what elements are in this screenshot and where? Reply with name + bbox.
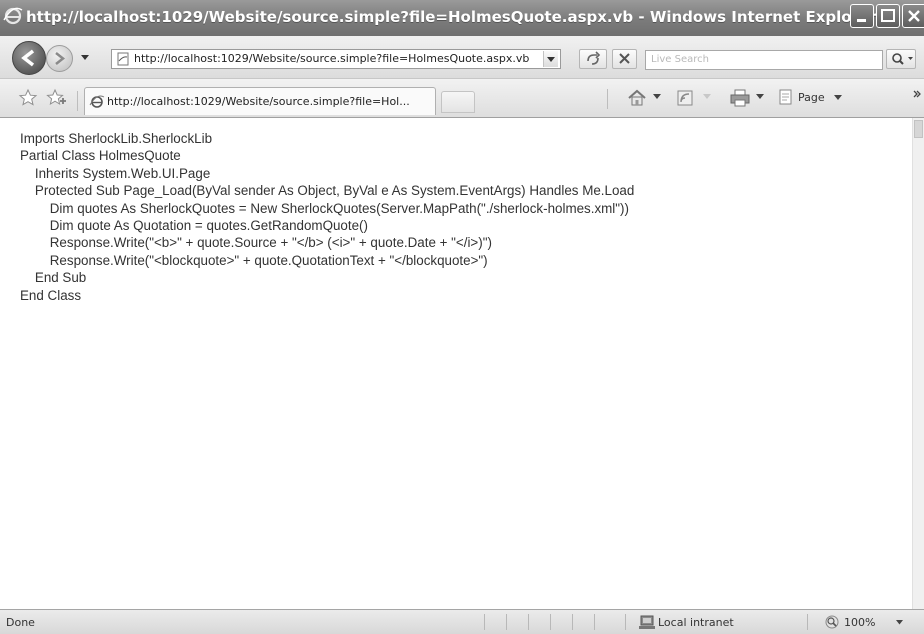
status-separator — [594, 614, 595, 630]
home-button[interactable] — [626, 88, 648, 108]
toolbar-separator — [77, 91, 78, 111]
code-line: Dim quotes As SherlockQuotes = New Sherl… — [20, 200, 629, 216]
code-line: End Sub — [20, 270, 87, 286]
status-separator — [506, 614, 507, 630]
magnifier-icon — [892, 53, 913, 65]
page-menu-label: Page — [798, 91, 825, 104]
code-line: Response.Write("<b>" + quote.Source + "<… — [20, 235, 492, 251]
status-separator — [528, 614, 529, 630]
minimize-icon — [857, 19, 866, 22]
maximize-button[interactable] — [876, 4, 900, 28]
back-button[interactable] — [12, 41, 46, 75]
status-separator — [625, 614, 626, 630]
title-bar: http://localhost:1029/Website/source.sim… — [0, 0, 924, 36]
code-line: Dim quote As Quotation = quotes.GetRando… — [20, 218, 368, 234]
refresh-icon — [587, 51, 601, 65]
chevron-down-icon — [896, 620, 903, 625]
status-separator — [572, 614, 573, 630]
feeds-dropdown[interactable] — [703, 94, 711, 100]
recent-pages-dropdown[interactable] — [80, 54, 90, 62]
stop-button[interactable] — [612, 49, 637, 69]
stop-x-icon — [619, 53, 630, 64]
tab-bar: http://localhost:1029/Website/source.sim… — [0, 79, 924, 118]
refresh-button[interactable] — [579, 49, 607, 69]
favorites-center-button[interactable] — [18, 88, 38, 106]
address-dropdown[interactable] — [543, 51, 558, 67]
vertical-scrollbar[interactable] — [912, 118, 924, 609]
code-line: Inherits System.Web.UI.Page — [20, 165, 211, 181]
search-placeholder: Live Search — [651, 54, 709, 65]
code-line: Imports SherlockLib.SherlockLib — [20, 131, 213, 146]
local-intranet-icon — [639, 615, 655, 629]
search-button[interactable] — [886, 49, 916, 69]
ie-logo-icon — [89, 95, 105, 108]
address-url: http://localhost:1029/Website/source.sim… — [134, 52, 530, 65]
add-favorites-icon[interactable] — [46, 88, 68, 106]
minimize-button[interactable] — [850, 4, 874, 28]
zoom-icon — [825, 615, 839, 629]
chevron-down-icon — [834, 95, 842, 100]
window-title: http://localhost:1029/Website/source.sim… — [26, 8, 877, 26]
ie-logo-icon — [3, 7, 23, 25]
status-separator — [550, 614, 551, 630]
zoom-level: 100% — [844, 616, 876, 629]
maximize-icon — [881, 9, 895, 22]
code-line: End Class — [20, 287, 82, 303]
status-separator — [484, 614, 485, 630]
home-dropdown[interactable] — [653, 94, 661, 100]
close-button[interactable] — [902, 4, 924, 28]
forward-arrow-icon — [55, 52, 66, 65]
source-code: Imports SherlockLib.SherlockLib Partial C… — [20, 130, 634, 304]
code-line: Partial Class HolmesQuote — [20, 148, 181, 164]
page-icon — [117, 52, 129, 66]
toolbar-overflow-chevron-icon[interactable] — [912, 89, 922, 99]
scrollbar-thumb[interactable] — [914, 120, 923, 138]
print-dropdown[interactable] — [756, 94, 764, 100]
page-menu-button[interactable]: Page — [778, 88, 848, 108]
address-bar[interactable]: http://localhost:1029/Website/source.sim… — [111, 49, 561, 69]
new-tab-button[interactable] — [441, 91, 475, 113]
security-zone-label: Local intranet — [658, 616, 734, 629]
status-bar: Done Local intranet 100% — [0, 609, 924, 634]
status-separator — [807, 614, 808, 630]
toolbar-separator — [607, 89, 608, 109]
code-line: Protected Sub Page_Load(ByVal sender As … — [20, 183, 635, 199]
tab-label: http://localhost:1029/Website/source.sim… — [107, 95, 410, 108]
page-icon — [779, 89, 792, 105]
forward-button[interactable] — [46, 45, 73, 72]
zoom-level-button[interactable]: 100% — [824, 613, 903, 631]
code-line: Response.Write("<blockquote>" + quote.Qu… — [20, 252, 488, 268]
printer-icon[interactable] — [729, 88, 751, 108]
feeds-icon[interactable] — [676, 88, 696, 108]
navigation-bar: http://localhost:1029/Website/source.sim… — [0, 36, 924, 79]
chevron-down-icon — [547, 57, 555, 62]
status-text: Done — [6, 616, 35, 629]
search-input[interactable]: Live Search — [645, 50, 883, 70]
back-arrow-icon — [21, 49, 35, 67]
tab-source-simple[interactable]: http://localhost:1029/Website/source.sim… — [84, 87, 436, 115]
page-content: Imports SherlockLib.SherlockLib Partial C… — [0, 118, 912, 609]
close-icon — [908, 10, 920, 22]
